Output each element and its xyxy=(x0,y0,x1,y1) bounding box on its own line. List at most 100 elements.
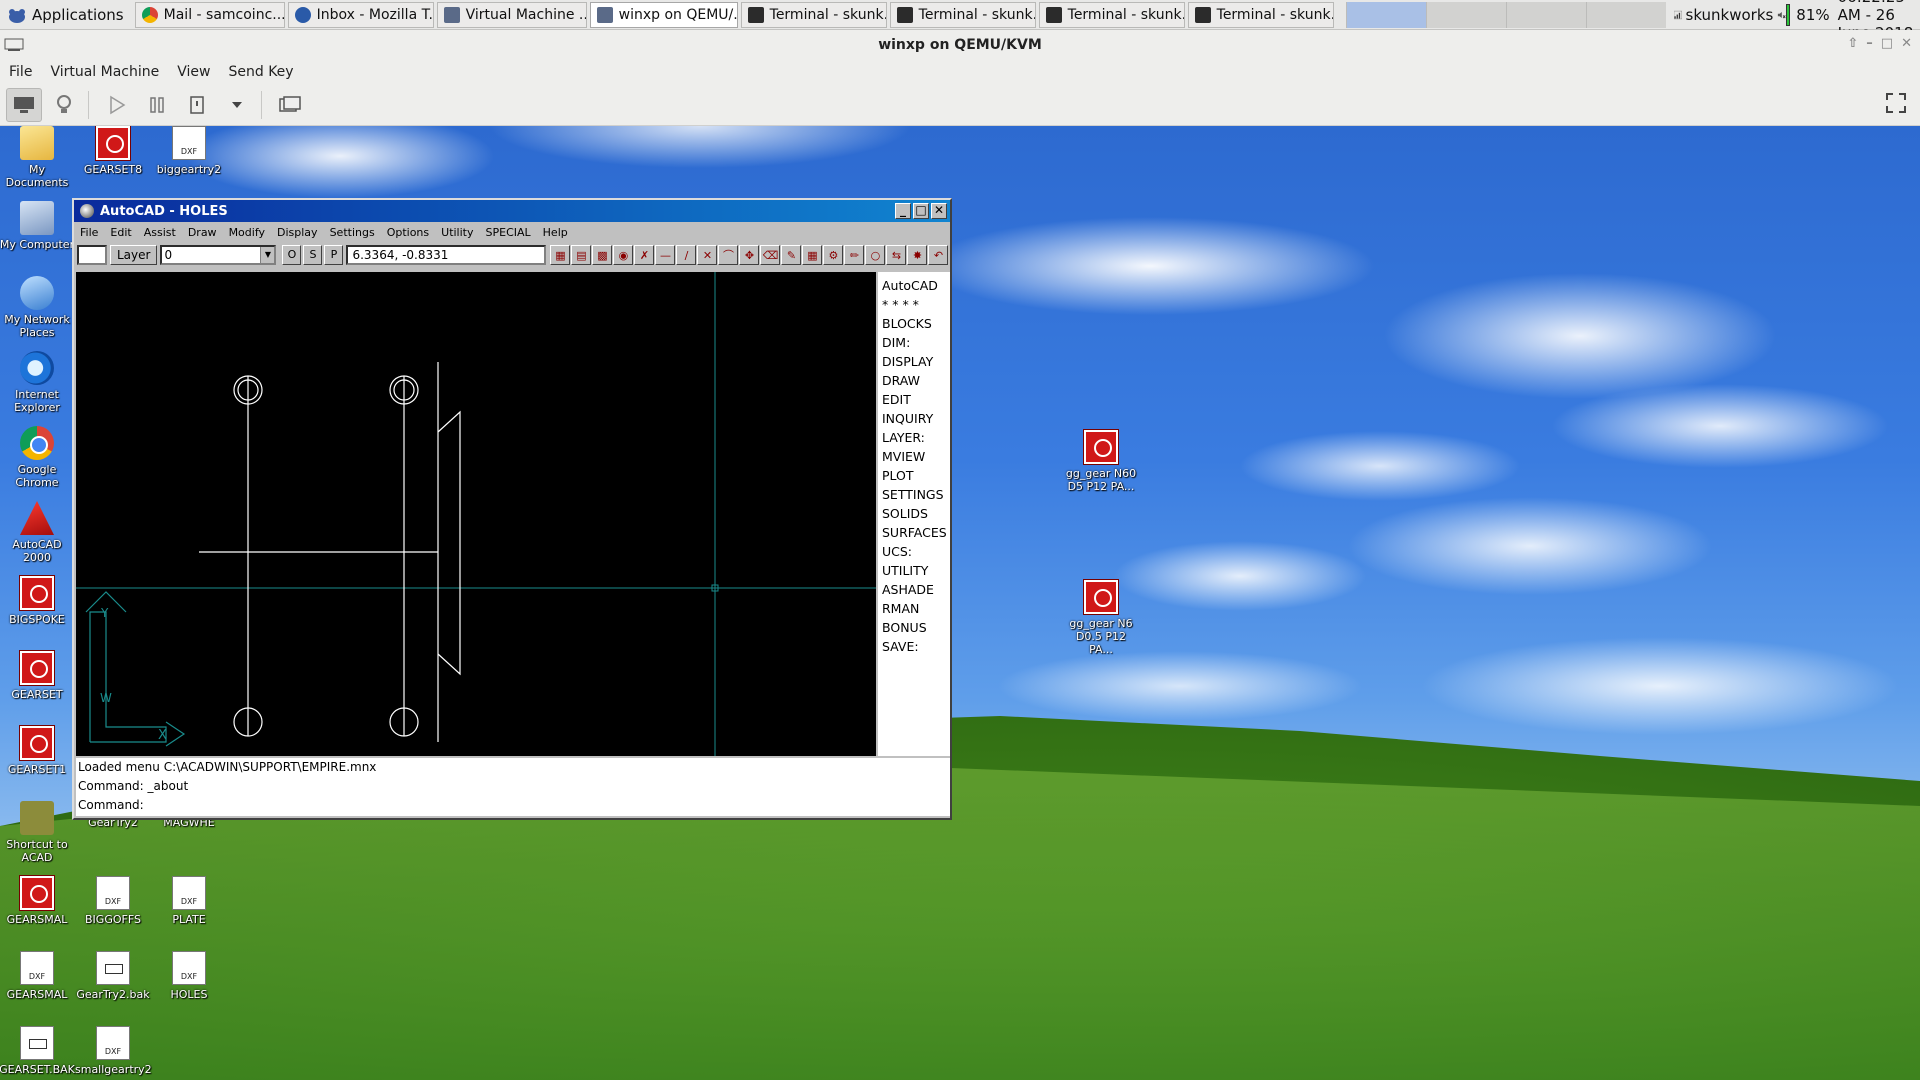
close-icon[interactable]: ✕ xyxy=(931,203,947,219)
shutdown-button[interactable] xyxy=(179,88,215,122)
command-line[interactable]: Loaded menu C:\ACADWIN\SUPPORT\EMPIRE.mn… xyxy=(76,758,950,816)
screen-menu-item[interactable]: AutoCAD xyxy=(882,276,950,295)
command-prompt[interactable]: Command: xyxy=(78,796,950,815)
desktop-icon-biggoffs[interactable]: BIGGOFFS xyxy=(75,876,151,926)
desktop-icon-gearset8[interactable]: GEARSET8 xyxy=(75,126,151,176)
screen-menu-item[interactable]: ASHADE xyxy=(882,580,950,599)
screen-menu-item[interactable]: * * * * xyxy=(882,295,950,314)
wm-minimize-icon[interactable]: – xyxy=(1866,36,1873,51)
screen-menu-item[interactable]: BLOCKS xyxy=(882,314,950,333)
wm-shade-icon[interactable]: ⇧ xyxy=(1847,36,1858,51)
acad-menu-options[interactable]: Options xyxy=(381,226,435,239)
taskbar-window-button[interactable]: Virtual Machine ... xyxy=(436,1,587,28)
ortho-button[interactable]: O xyxy=(282,245,302,265)
acad-menu-special[interactable]: SPECIAL xyxy=(480,226,537,239)
workspace-2[interactable] xyxy=(1425,1,1506,28)
drawing-canvas[interactable]: Y W X xyxy=(76,272,876,756)
desktop-icon-gearsmal[interactable]: GEARSMAL xyxy=(0,876,75,926)
mirror-icon[interactable]: ⇆ xyxy=(886,245,907,265)
network-icon[interactable] xyxy=(1673,6,1682,24)
acad-menu-draw[interactable]: Draw xyxy=(182,226,223,239)
screen-menu-item[interactable]: BONUS xyxy=(882,618,950,637)
desktop-icon-gearset1[interactable]: GEARSET1 xyxy=(0,726,75,776)
screen-menu-item[interactable]: UTILITY xyxy=(882,561,950,580)
workspace-3[interactable] xyxy=(1505,1,1586,28)
desktop-icon-plate[interactable]: PLATE xyxy=(151,876,227,926)
save-icon[interactable]: ▩ xyxy=(592,245,613,265)
desktop-icon-internet-explorer[interactable]: Internet Explorer xyxy=(0,351,75,414)
screen-menu-item[interactable]: SOLIDS xyxy=(882,504,950,523)
volume-muted-icon[interactable] xyxy=(1777,6,1786,24)
pan-icon[interactable]: ✗ xyxy=(634,245,655,265)
circle-icon[interactable]: ○ xyxy=(865,245,886,265)
fullscreen-button[interactable] xyxy=(1886,92,1906,117)
move-icon[interactable]: ✥ xyxy=(739,245,760,265)
desktop-icon-my-network-places[interactable]: My Network Places xyxy=(0,276,75,339)
desktop-icon-holes[interactable]: HOLES xyxy=(151,951,227,1001)
taskbar-window-button[interactable]: Inbox - Mozilla T... xyxy=(287,1,434,28)
desktop-icon-gg-gear-n60[interactable]: gg_gear N60 D5 P12 PA... xyxy=(1063,430,1139,493)
vm-menu-send-key[interactable]: Send Key xyxy=(219,64,302,80)
taskbar-window-button[interactable]: Terminal - skunk... xyxy=(889,1,1036,28)
taskbar-window-button[interactable]: Terminal - skunk... xyxy=(1187,1,1334,28)
new-drawing-icon[interactable]: ▦ xyxy=(550,245,571,265)
autocad-app-icon[interactable] xyxy=(80,204,94,218)
details-view-button[interactable] xyxy=(46,88,82,122)
desktop-icon-gearsmal-dxf[interactable]: GEARSMAL xyxy=(0,951,75,1001)
desktop-icon-autocad-2000[interactable]: AutoCAD 2000 xyxy=(0,501,75,564)
desktop-icon-my-documents[interactable]: My Documents xyxy=(0,126,75,189)
erase-icon[interactable]: ⌫ xyxy=(760,245,781,265)
desktop-icon-google-chrome[interactable]: Google Chrome xyxy=(0,426,75,489)
arc-icon[interactable]: ⌒ xyxy=(718,245,739,265)
desktop-icon-bigspoke[interactable]: BIGSPOKE xyxy=(0,576,75,626)
taskbar-window-button[interactable]: winxp on QEMU/... xyxy=(589,1,738,28)
acad-menu-edit[interactable]: Edit xyxy=(104,226,137,239)
open-icon[interactable]: ▤ xyxy=(571,245,592,265)
print-icon[interactable]: ◉ xyxy=(613,245,634,265)
polyline-icon[interactable]: ∕ xyxy=(676,245,697,265)
undo-icon[interactable]: ↶ xyxy=(928,245,949,265)
pause-button[interactable] xyxy=(139,88,175,122)
gear-icon[interactable]: ⚙ xyxy=(823,245,844,265)
grid-icon[interactable]: ▦ xyxy=(802,245,823,265)
explode-icon[interactable]: ✸ xyxy=(907,245,928,265)
desktop-icon-geartry2-bak[interactable]: GearTry2.bak xyxy=(75,951,151,1001)
minimize-icon[interactable]: _ xyxy=(895,203,911,219)
screen-menu-item[interactable]: EDIT xyxy=(882,390,950,409)
desktop-icon-smallgeartry2[interactable]: smallgeartry2 xyxy=(75,1026,152,1076)
acad-menu-assist[interactable]: Assist xyxy=(138,226,182,239)
maximize-icon[interactable]: □ xyxy=(913,203,929,219)
screen-menu-item[interactable]: LAYER: xyxy=(882,428,950,447)
screen-menu-item[interactable]: UCS: xyxy=(882,542,950,561)
shutdown-menu-button[interactable] xyxy=(219,88,255,122)
snapshots-button[interactable] xyxy=(272,88,308,122)
console-view-button[interactable] xyxy=(6,87,42,122)
screen-menu-item[interactable]: INQUIRY xyxy=(882,409,950,428)
vm-menu-view[interactable]: View xyxy=(168,64,219,80)
screen-menu-item[interactable]: SETTINGS xyxy=(882,485,950,504)
chevron-down-icon[interactable]: ▼ xyxy=(260,247,275,263)
screen-menu-item[interactable]: DIM: xyxy=(882,333,950,352)
screen-menu-item[interactable]: DISPLAY xyxy=(882,352,950,371)
taskbar-window-button[interactable]: Terminal - skunk... xyxy=(1038,1,1185,28)
acad-menu-modify[interactable]: Modify xyxy=(223,226,271,239)
acad-menu-file[interactable]: File xyxy=(74,226,104,239)
measure-icon[interactable]: ✏ xyxy=(844,245,865,265)
acad-menu-settings[interactable]: Settings xyxy=(324,226,381,239)
acad-menu-help[interactable]: Help xyxy=(537,226,574,239)
acad-menu-display[interactable]: Display xyxy=(271,226,324,239)
vm-menu-virtual-machine[interactable]: Virtual Machine xyxy=(41,64,168,80)
line-icon[interactable]: — xyxy=(655,245,676,265)
screen-menu-item[interactable]: PLOT xyxy=(882,466,950,485)
wm-close-icon[interactable]: ✕ xyxy=(1901,36,1912,51)
layer-button[interactable]: Layer xyxy=(110,245,158,265)
screen-menu-item[interactable]: SURFACES xyxy=(882,523,950,542)
pencil-icon[interactable]: ✎ xyxy=(781,245,802,265)
vm-menu-file[interactable]: File xyxy=(0,64,41,80)
workspace-1[interactable] xyxy=(1345,1,1426,28)
desktop-icon-gearset-bak[interactable]: GEARSET.BAK xyxy=(0,1026,75,1076)
desktop-icon-gearset[interactable]: GEARSET xyxy=(0,651,75,701)
run-button[interactable] xyxy=(99,88,135,122)
snap-button[interactable]: S xyxy=(303,245,323,265)
layer-select[interactable]: 0 ▼ xyxy=(160,245,277,265)
